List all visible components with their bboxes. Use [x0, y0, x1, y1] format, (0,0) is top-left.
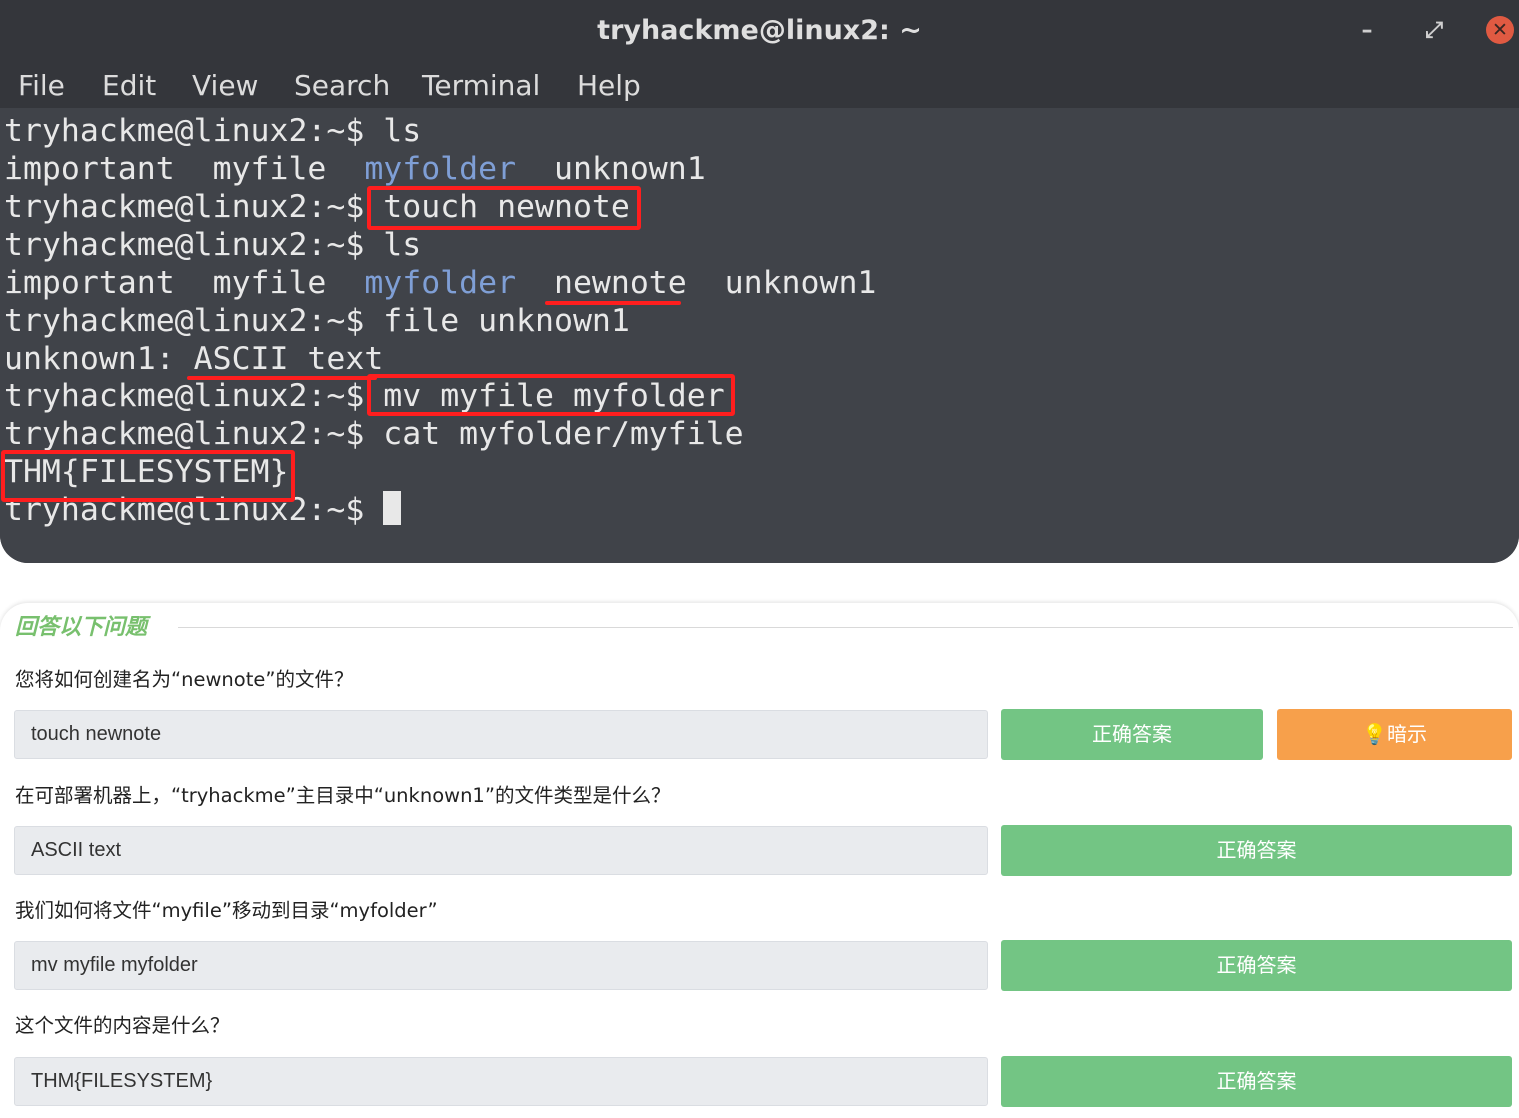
terminal-line: unknown1: ASCII text: [4, 341, 384, 377]
prompt: tryhackme@linux2:~$: [4, 227, 384, 263]
command: file unknown1: [383, 303, 630, 339]
directory-name: myfolder: [364, 151, 517, 187]
prompt: tryhackme@linux2:~$: [4, 378, 384, 414]
command: ls: [383, 227, 422, 263]
question-label: 在可部署机器上，“tryhackme”主目录中“unknown1”的文件类型是什…: [15, 784, 671, 807]
maximize-icon[interactable]: ⤢: [1419, 16, 1449, 46]
answer-field[interactable]: touch newnote: [14, 710, 988, 759]
title-bar[interactable]: tryhackme@linux2: ~ – ⤢ ✕: [0, 0, 1519, 62]
menu-file[interactable]: File: [18, 66, 65, 106]
answer-field[interactable]: ASCII text: [14, 826, 988, 875]
prompt: tryhackme@linux2:~$: [4, 303, 384, 339]
command: ls: [383, 113, 422, 149]
answer-field[interactable]: mv myfile myfolder: [14, 941, 988, 990]
terminal-line: important myfile myfolder unknown1: [4, 150, 706, 188]
hint-button[interactable]: 💡暗示: [1277, 709, 1512, 760]
annotation-box: [367, 186, 641, 230]
prompt: tryhackme@linux2:~$: [4, 189, 384, 225]
terminal-line: tryhackme@linux2:~$ cat myfolder/myfile: [4, 415, 744, 453]
menu-search[interactable]: Search: [294, 66, 390, 106]
question-label: 这个文件的内容是什么？: [15, 1014, 230, 1037]
minimize-icon[interactable]: –: [1352, 16, 1382, 46]
menu-view[interactable]: View: [192, 66, 258, 106]
panel-heading: 回答以下问题: [15, 614, 148, 640]
annotation-underline: [187, 376, 377, 380]
output-text: unknown1: [516, 151, 706, 187]
question-label: 我们如何将文件“myfile”移动到目录“myfolder”: [15, 899, 438, 922]
output-text: important myfile: [4, 151, 365, 187]
window-title: tryhackme@linux2: ~: [597, 15, 922, 46]
close-icon[interactable]: ✕: [1486, 16, 1514, 44]
menu-bar: File Edit View Search Terminal Help: [0, 62, 1519, 108]
answer-field[interactable]: THM{FILESYSTEM}: [14, 1057, 988, 1106]
prompt: tryhackme@linux2:~$: [4, 416, 384, 452]
output-text: newnote unknown1: [516, 265, 877, 301]
terminal-window: tryhackme@linux2: ~ – ⤢ ✕ File Edit View…: [0, 0, 1519, 563]
questions-panel: 回答以下问题 您将如何创建名为“newnote”的文件？ touch newno…: [0, 603, 1519, 1118]
terminal-line: tryhackme@linux2:~$ file unknown1: [4, 302, 630, 340]
menu-edit[interactable]: Edit: [102, 66, 156, 106]
question-label: 您将如何创建名为“newnote”的文件？: [15, 668, 354, 691]
correct-answer-button[interactable]: 正确答案: [1001, 709, 1263, 760]
prompt: tryhackme@linux2:~$: [4, 113, 384, 149]
menu-terminal[interactable]: Terminal: [422, 66, 540, 106]
text-cursor: [383, 491, 402, 525]
menu-help[interactable]: Help: [577, 66, 641, 106]
correct-answer-button[interactable]: 正确答案: [1001, 825, 1512, 876]
correct-answer-button[interactable]: 正确答案: [1001, 1056, 1512, 1107]
annotation-underline: [545, 301, 681, 305]
terminal-line: important myfile myfolder newnote unknow…: [4, 264, 876, 302]
directory-name: myfolder: [364, 265, 517, 301]
annotation-box: [367, 374, 735, 416]
correct-answer-button[interactable]: 正确答案: [1001, 940, 1512, 991]
annotation-box: [1, 450, 295, 502]
command: cat myfolder/myfile: [383, 416, 744, 452]
output-text: important myfile: [4, 265, 365, 301]
terminal-line: tryhackme@linux2:~$ ls: [4, 112, 421, 150]
terminal-line: tryhackme@linux2:~$ ls: [4, 226, 421, 264]
divider: [178, 627, 1513, 628]
